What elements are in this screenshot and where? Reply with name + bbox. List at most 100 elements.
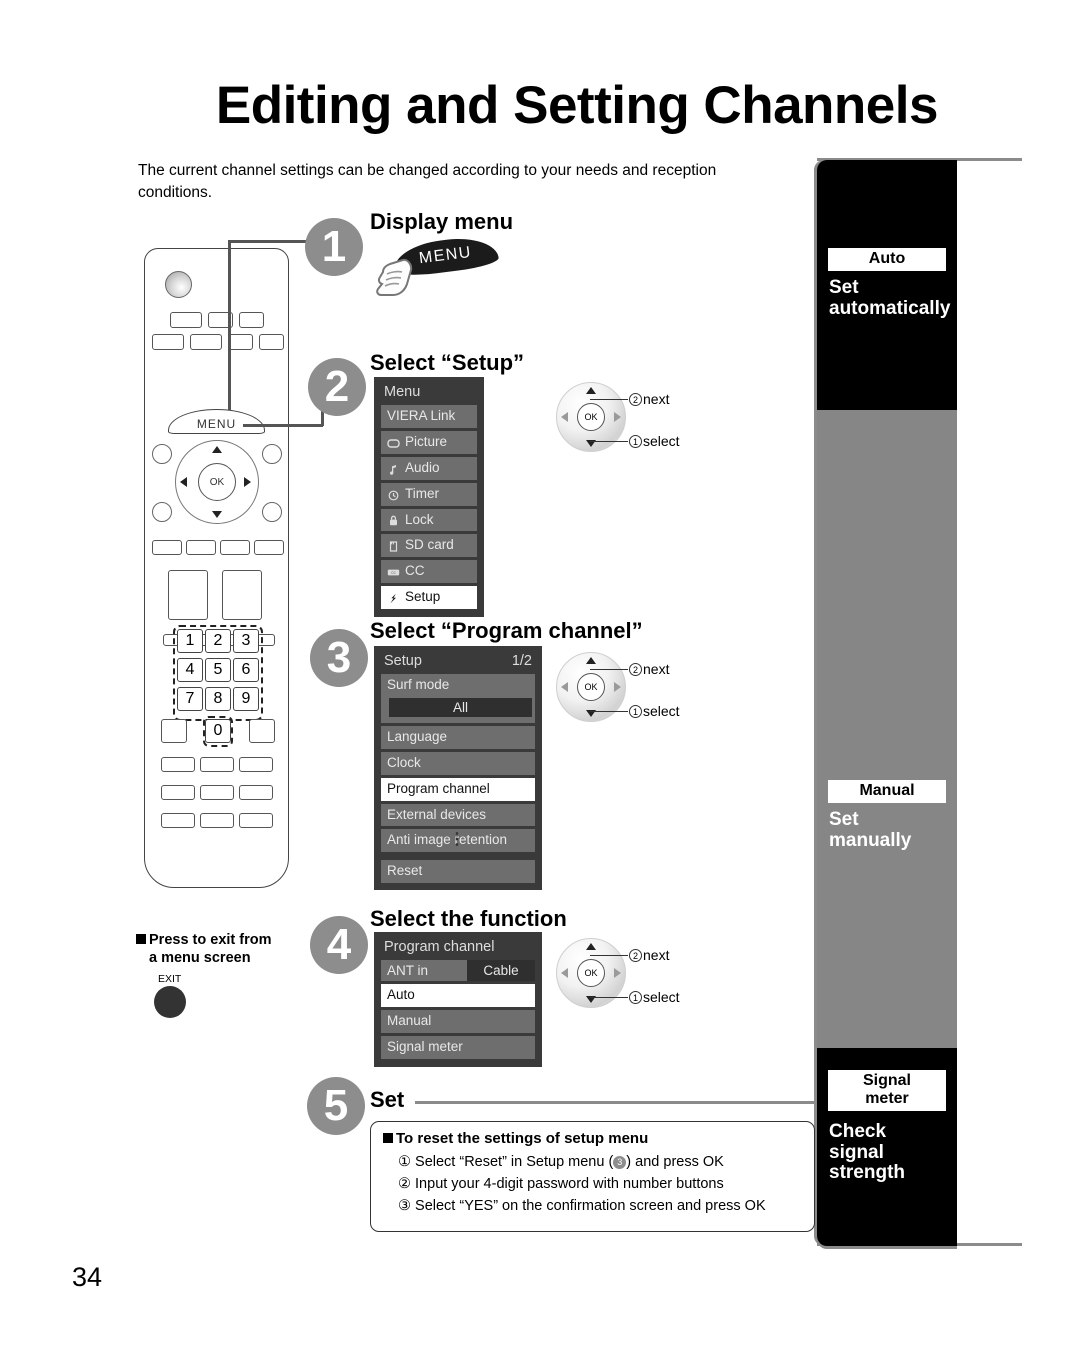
osd-setup-item-clock[interactable]: Clock bbox=[381, 751, 535, 775]
osd-menu: Menu VIERA Link Picture Audio Timer Lock… bbox=[374, 377, 484, 617]
osd-menu-item-lock[interactable]: Lock bbox=[381, 508, 477, 532]
osd-setup-title: Setup 1/2 bbox=[381, 652, 535, 674]
osd-setup-surf-mode-label: Surf mode bbox=[381, 674, 535, 697]
dpad-label-select-text: select bbox=[643, 989, 680, 1005]
dpad-right-icon bbox=[614, 412, 621, 422]
osd-setup-item-language[interactable]: Language bbox=[381, 725, 535, 749]
osd-setup-item-reset[interactable]: Reset bbox=[381, 860, 535, 883]
dpad-ok-button[interactable]: OK bbox=[577, 959, 605, 987]
remote-button bbox=[200, 813, 234, 828]
number-key-9[interactable]: 9 bbox=[233, 687, 259, 711]
leader-line-next bbox=[590, 669, 628, 671]
osd-program-channel-menu: Program channel ANT in Cable Auto Manual… bbox=[374, 932, 542, 1067]
exit-note-line2: a menu screen bbox=[149, 950, 251, 967]
osd-program-channel-item-auto[interactable]: Auto bbox=[381, 984, 535, 1007]
remote-button bbox=[239, 785, 273, 800]
remote-button bbox=[220, 540, 250, 555]
remote-button bbox=[222, 570, 262, 620]
step-heading-3: Select “Program channel” bbox=[370, 618, 643, 643]
remote-button bbox=[152, 540, 182, 555]
picture-icon bbox=[387, 437, 400, 448]
remote-button bbox=[239, 757, 273, 772]
osd-ant-in-row[interactable]: ANT in Cable bbox=[381, 960, 535, 981]
osd-program-channel-title: Program channel bbox=[381, 938, 535, 960]
dpad-left-icon bbox=[180, 477, 187, 487]
square-bullet-icon bbox=[383, 1133, 393, 1143]
osd-program-channel-item-signal-meter[interactable]: Signal meter bbox=[381, 1035, 535, 1059]
remote-ok-button[interactable]: OK bbox=[198, 463, 236, 501]
intro-text: The current channel settings can be chan… bbox=[138, 162, 717, 202]
exit-button-icon[interactable] bbox=[154, 986, 186, 1019]
osd-setup-surf-mode-value[interactable]: All bbox=[389, 697, 532, 717]
step-heading-4: Select the function bbox=[370, 906, 567, 931]
sidebar-section-signal-meter: Signal meter Check signal strength bbox=[817, 1048, 957, 1246]
remote-button bbox=[262, 502, 282, 522]
remote-button bbox=[152, 502, 172, 522]
dpad-right-icon bbox=[244, 477, 251, 487]
sidebar-desc-auto: Set automatically bbox=[829, 277, 957, 319]
leader-line-select bbox=[590, 711, 628, 713]
sidebar: Auto Set automatically Manual Set manual… bbox=[817, 160, 957, 1246]
remote-button bbox=[152, 334, 184, 350]
osd-menu-item-label: Picture bbox=[405, 433, 448, 449]
remote-button bbox=[249, 719, 275, 743]
osd-menu-item-audio[interactable]: Audio bbox=[381, 456, 477, 480]
osd-menu-item-viera-link[interactable]: VIERA Link bbox=[381, 405, 477, 428]
dpad-up-icon bbox=[586, 943, 596, 950]
page-number: 34 bbox=[72, 1262, 103, 1292]
dpad-label-next-text: next bbox=[643, 391, 670, 407]
reset-step-1: ① Select “Reset” in Setup menu (3) and p… bbox=[398, 1152, 802, 1173]
osd-setup-surf-mode-block[interactable]: Surf mode All bbox=[381, 674, 535, 723]
number-key-5[interactable]: 5 bbox=[205, 658, 231, 682]
remote-button bbox=[200, 785, 234, 800]
osd-menu-item-label: SD card bbox=[405, 537, 454, 553]
osd-menu-item-label: CC bbox=[405, 563, 425, 579]
number-key-4[interactable]: 4 bbox=[177, 658, 203, 682]
sidebar-chip-manual: Manual bbox=[828, 780, 946, 803]
exit-button-label: EXIT bbox=[158, 973, 182, 986]
remote-button bbox=[186, 540, 216, 555]
osd-menu-item-cc[interactable]: cc CC bbox=[381, 560, 477, 584]
connector-line-step2 bbox=[243, 424, 323, 427]
dpad-left-icon bbox=[561, 412, 568, 422]
connector-line-step5 bbox=[415, 1101, 817, 1104]
leader-line-select bbox=[590, 441, 628, 443]
sidebar-chip-signal-meter: Signal meter bbox=[828, 1070, 946, 1111]
osd-menu-item-sd-card[interactable]: SD card bbox=[381, 534, 477, 558]
osd-setup-item-program-channel[interactable]: Program channel bbox=[381, 777, 535, 801]
dpad-label-next: 2 next bbox=[629, 661, 669, 677]
osd-program-channel-item-manual[interactable]: Manual bbox=[381, 1009, 535, 1033]
step-heading-1: Display menu bbox=[370, 209, 514, 234]
sidebar-chip-auto: Auto bbox=[828, 248, 946, 271]
osd-ant-in-value[interactable]: Cable bbox=[467, 960, 535, 981]
osd-menu-item-picture[interactable]: Picture bbox=[381, 430, 477, 454]
dpad-label-select-text: select bbox=[643, 703, 680, 719]
osd-setup-title-text: Setup bbox=[384, 653, 422, 669]
setup-wrench-icon bbox=[387, 592, 400, 604]
reset-step-1-after: ) and press OK bbox=[626, 1154, 724, 1170]
dpad-ok-button[interactable]: OK bbox=[577, 673, 605, 701]
osd-menu-item-timer[interactable]: Timer bbox=[381, 482, 477, 506]
dpad-label-select: 1 select bbox=[629, 433, 680, 449]
number-key-6[interactable]: 6 bbox=[233, 658, 259, 682]
number-key-0[interactable]: 0 bbox=[205, 719, 231, 743]
sidebar-desc-signal-l1: Check bbox=[829, 1121, 887, 1142]
dpad-ok-button[interactable]: OK bbox=[577, 403, 605, 431]
sd-card-icon bbox=[387, 540, 400, 552]
reset-box-heading-text: To reset the settings of setup menu bbox=[396, 1130, 649, 1147]
dpad-label-select-text: select bbox=[643, 433, 680, 449]
exit-note-text: Press to exit from a menu screen bbox=[136, 931, 326, 967]
osd-setup-item-external-devices[interactable]: External devices bbox=[381, 803, 535, 827]
number-key-1[interactable]: 1 bbox=[177, 629, 203, 653]
manual-page: Editing and Setting Channels The current… bbox=[0, 0, 1080, 1363]
osd-menu-item-setup[interactable]: Setup bbox=[381, 586, 477, 609]
dpad-left-icon bbox=[561, 682, 568, 692]
number-key-3[interactable]: 3 bbox=[233, 629, 259, 653]
osd-program-channel-title-text: Program channel bbox=[384, 939, 495, 955]
number-key-7[interactable]: 7 bbox=[177, 687, 203, 711]
number-key-2[interactable]: 2 bbox=[205, 629, 231, 653]
osd-menu-item-label: Setup bbox=[405, 589, 441, 605]
svg-text:cc: cc bbox=[391, 570, 396, 575]
number-key-8[interactable]: 8 bbox=[205, 687, 231, 711]
dpad-label-next-text: next bbox=[643, 947, 670, 963]
